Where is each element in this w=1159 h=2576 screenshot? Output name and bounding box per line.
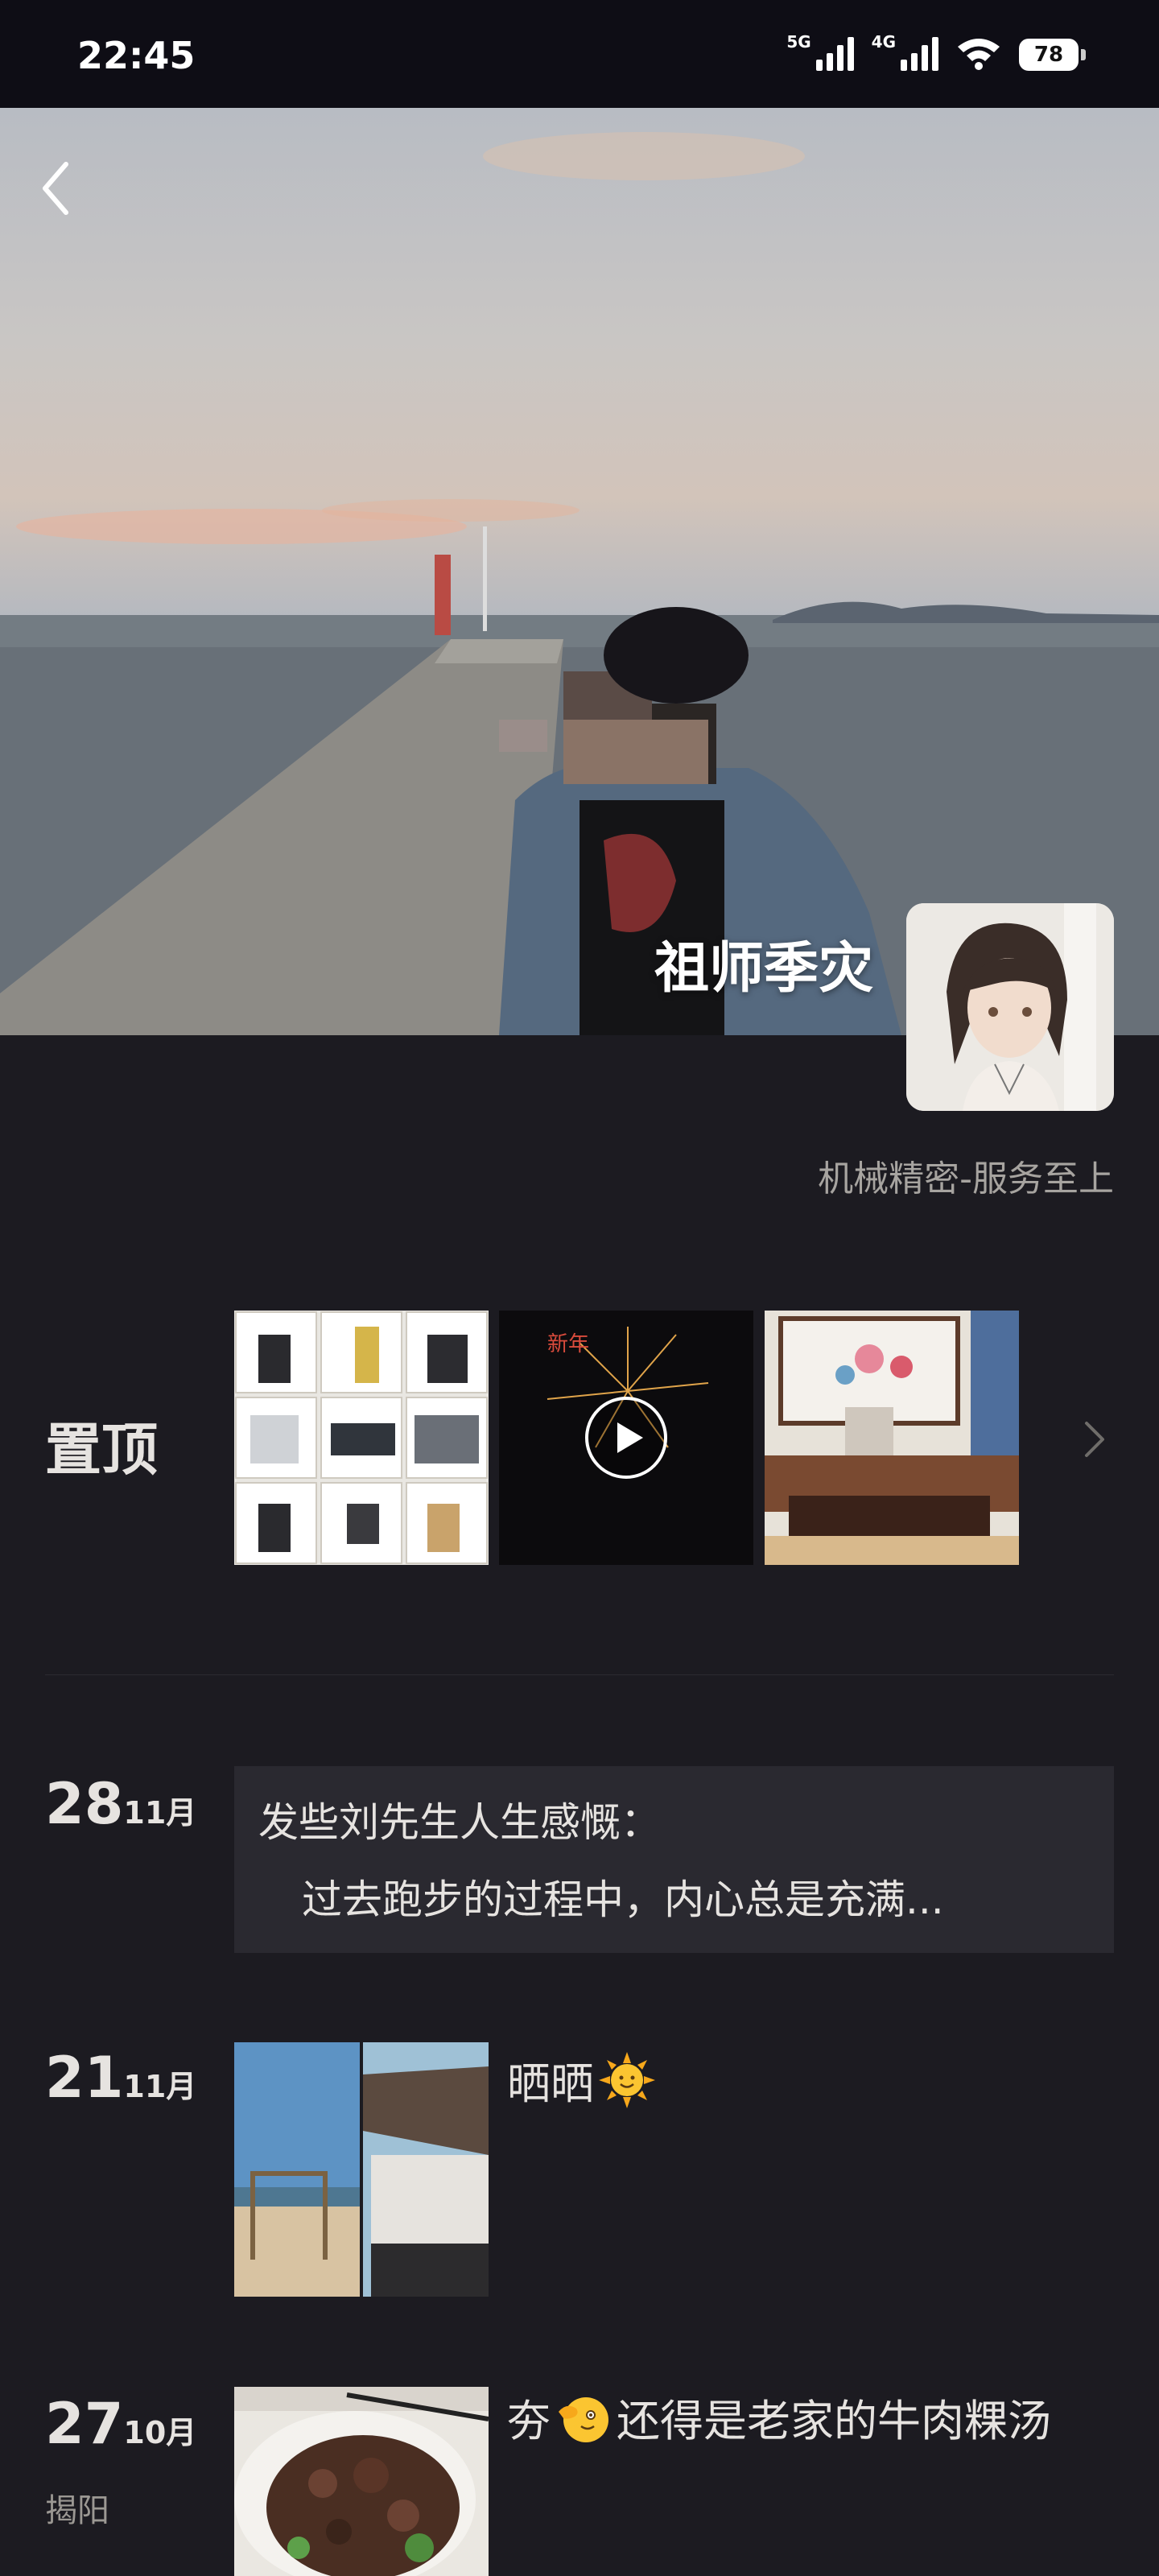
pinned-thumb-video[interactable]: 新年 (499, 1311, 753, 1565)
profile-name: 祖师季灾 (654, 937, 873, 1001)
signal-5g-icon: 5G (786, 32, 854, 71)
avatar[interactable] (906, 903, 1114, 1111)
cover-photo[interactable] (0, 108, 1159, 1035)
pinned-thumb-tea[interactable] (765, 1311, 1019, 1565)
post-location: 揭阳 (45, 2492, 109, 2529)
wifi-icon (958, 39, 1000, 70)
post-date-2: 21 11月 (45, 2045, 197, 2111)
pinned-label: 置顶 (45, 1417, 158, 1483)
battery-icon: 78 (1019, 39, 1086, 71)
status-time: 22:45 (77, 34, 196, 77)
post-text-line: 过去跑步的过程中，内心总是充满... (302, 1876, 944, 1923)
status-icons: 5G 4G 78 (786, 32, 1086, 71)
post-date-1: 28 11月 (45, 1771, 197, 1837)
pinned-thumb-machines[interactable] (234, 1311, 489, 1565)
section-divider (45, 1674, 1114, 1675)
signal-4g-icon: 4G (872, 32, 938, 71)
sun-emoji-icon (599, 2051, 655, 2108)
status-bar: 22:45 5G 4G 78 (0, 0, 1159, 108)
post-image-beach[interactable] (234, 2042, 489, 2297)
svg-text:新年: 新年 (547, 1332, 589, 1356)
post-image-beef-soup[interactable] (234, 2387, 489, 2576)
post-date-3: 27 10月 (45, 2391, 197, 2457)
back-icon[interactable] (32, 156, 80, 221)
pointing-emoji-icon (559, 2396, 608, 2442)
post-text-line: 发些刘先生人生感慨： (258, 1799, 661, 1846)
cover-scene (0, 132, 1159, 1035)
post-caption: 夯 还得是老家的牛肉粿汤 (507, 2385, 1051, 2449)
chevron-right-icon[interactable] (1079, 1417, 1111, 1462)
profile-signature: 机械精密-服务至上 (818, 1158, 1114, 1199)
text-post-card[interactable]: 发些刘先生人生感慨： 过去跑步的过程中，内心总是充满... (234, 1766, 1114, 1953)
play-icon[interactable] (584, 1395, 669, 1480)
post-caption: 晒晒 (507, 2048, 655, 2112)
